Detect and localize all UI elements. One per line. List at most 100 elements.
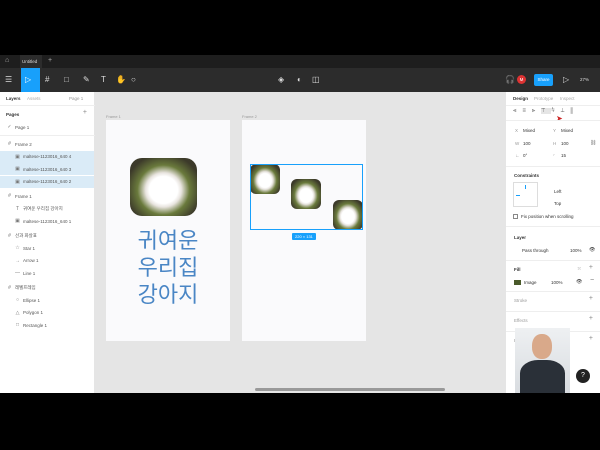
tab-prototype[interactable]: Prototype bbox=[534, 96, 553, 101]
headphones-icon[interactable]: 🎧 bbox=[505, 75, 515, 84]
pen-tool-icon[interactable]: ✎ bbox=[83, 75, 90, 84]
x-input[interactable]: Mixed bbox=[523, 128, 535, 133]
headline-text[interactable]: 귀여운 우리집 강아지 bbox=[106, 228, 230, 309]
y-input[interactable]: Mixed bbox=[561, 128, 573, 133]
distribute-icon[interactable]: ⫼ bbox=[571, 108, 580, 114]
radius-input[interactable]: 15 bbox=[561, 153, 566, 158]
present-icon[interactable]: ▷ bbox=[563, 75, 569, 84]
layer-item[interactable]: □ Rectangle 1 bbox=[0, 319, 94, 331]
rotation-input[interactable]: 0° bbox=[523, 153, 527, 158]
layer-item[interactable]: # 레벨프레임 bbox=[0, 282, 94, 294]
comment-tool-icon[interactable]: ○ bbox=[131, 75, 136, 84]
h-input[interactable]: 100 bbox=[561, 141, 569, 146]
layer-label: Rectangle 1 bbox=[23, 322, 48, 328]
image-fill-swatch[interactable] bbox=[514, 280, 521, 285]
layer-item[interactable]: # Frame 2 bbox=[0, 138, 94, 150]
avatar[interactable]: M bbox=[517, 75, 526, 84]
file-tab[interactable]: Untitled bbox=[20, 55, 42, 68]
effects-title: Effects bbox=[514, 318, 528, 323]
add-stroke-icon[interactable]: + bbox=[589, 295, 593, 302]
align-left-icon[interactable]: ⫷ bbox=[513, 108, 522, 114]
share-button[interactable]: Share bbox=[534, 74, 553, 86]
text-tool-icon[interactable]: T bbox=[101, 75, 106, 84]
frame-tool-icon[interactable]: # bbox=[45, 75, 49, 84]
frame-2[interactable]: 220 × 131 bbox=[242, 120, 366, 341]
w-input[interactable]: 100 bbox=[523, 141, 531, 146]
layer-item[interactable]: ☆ Star 1 bbox=[0, 242, 94, 254]
selection-box[interactable] bbox=[250, 164, 363, 230]
layer-item[interactable]: → Arrow 1 bbox=[0, 255, 94, 267]
layer-item[interactable]: ▣ maltese-1123016_640 1 bbox=[0, 215, 94, 227]
hand-tool-icon[interactable]: ✋ bbox=[116, 75, 126, 84]
layer-type-icon: △ bbox=[15, 309, 20, 316]
layer-label: maltese-1123016_640 4 bbox=[23, 154, 72, 159]
share-label: Share bbox=[537, 77, 550, 82]
horizontal-scrollbar[interactable] bbox=[255, 388, 445, 391]
layer-label: maltese-1123016_640 3 bbox=[23, 166, 72, 172]
page-item[interactable]: ✓ Page 1 bbox=[0, 121, 94, 133]
layer-item[interactable]: ○ Ellipse 1 bbox=[0, 294, 94, 306]
rotation-icon: ∟ bbox=[515, 153, 520, 158]
layer-item[interactable]: ▣ maltese-1123016_640 4 bbox=[0, 150, 94, 163]
layer-opacity[interactable]: 100% bbox=[570, 248, 582, 253]
new-tab-button[interactable]: + bbox=[48, 57, 52, 64]
fill-eye-icon[interactable]: 👁 bbox=[576, 279, 582, 285]
align-center-icon[interactable]: ≡ bbox=[522, 108, 532, 114]
layer-item[interactable]: # Frame 1 bbox=[0, 190, 94, 202]
add-export-icon[interactable]: + bbox=[589, 335, 593, 342]
add-effect-icon[interactable]: + bbox=[589, 315, 593, 322]
blend-mode-select[interactable]: Pass through bbox=[522, 248, 549, 253]
constraints-widget[interactable] bbox=[513, 182, 538, 207]
align-right-icon[interactable]: ⫸ bbox=[532, 108, 541, 114]
constraint-vertical-select[interactable]: Top bbox=[554, 201, 561, 206]
fill-opacity[interactable]: 100% bbox=[551, 280, 563, 285]
frame1-label[interactable]: Frame 1 bbox=[106, 114, 121, 119]
layer-item[interactable]: △ Polygon 1 bbox=[0, 307, 94, 319]
fill-type[interactable]: Image bbox=[524, 280, 537, 285]
remove-fill-icon[interactable]: − bbox=[590, 277, 594, 284]
component-icon[interactable]: ◈ bbox=[278, 75, 284, 84]
tab-inspect[interactable]: Inspect bbox=[560, 96, 575, 101]
main-menu-icon[interactable]: ☰ bbox=[5, 75, 12, 84]
tab-design[interactable]: Design bbox=[513, 96, 528, 101]
layer-item[interactable]: ▣ maltese-1123016_640 2 bbox=[0, 175, 94, 188]
shape-tool-icon[interactable]: □ bbox=[64, 75, 69, 84]
eye-icon[interactable]: 👁 bbox=[589, 247, 595, 253]
layer-item[interactable]: # 선과 화살표 bbox=[0, 230, 94, 242]
w-label: W bbox=[515, 141, 520, 146]
layer-item[interactable]: ▣ maltese-1123016_640 3 bbox=[0, 163, 94, 175]
constrain-proportions-icon[interactable]: ⛓ bbox=[590, 140, 596, 146]
align-top-icon[interactable]: ⊤ bbox=[541, 108, 552, 114]
canvas[interactable]: Frame 1 귀여운 우리집 강아지 Frame 2 220 × 131 bbox=[95, 92, 505, 393]
layer-label: maltese-1123016_640 1 bbox=[23, 218, 72, 224]
toolbar: ☰ ▷ # □ ✎ T ✋ ○ ◈ ◐ ◫ 🎧 M Share ▷ 27% bbox=[0, 68, 600, 92]
tab-bar: ⌂ Untitled + bbox=[0, 55, 600, 68]
tab-assets[interactable]: Assets bbox=[27, 96, 41, 101]
check-icon: ✓ bbox=[7, 124, 12, 130]
layer-type-icon: ☆ bbox=[15, 245, 20, 251]
tab-layers[interactable]: Layers bbox=[6, 96, 21, 101]
layer-item[interactable]: — Line 1 bbox=[0, 267, 94, 279]
cursor-icon: ➤ bbox=[556, 114, 563, 123]
home-icon[interactable]: ⌂ bbox=[5, 57, 9, 64]
add-page-icon[interactable]: + bbox=[83, 109, 87, 116]
frame2-label[interactable]: Frame 2 bbox=[242, 114, 257, 119]
dog-image[interactable] bbox=[130, 158, 197, 216]
y-label: Y bbox=[553, 128, 557, 133]
add-fill-icon[interactable]: + bbox=[589, 264, 593, 271]
mask-icon[interactable]: ◐ bbox=[297, 75, 302, 84]
frame-1[interactable]: 귀여운 우리집 강아지 bbox=[106, 120, 230, 341]
radius-icon: ◜ bbox=[553, 153, 555, 158]
layer-item[interactable]: T 귀여운 우리집 강아지 bbox=[0, 203, 94, 215]
layer-label: Polygon 1 bbox=[23, 310, 44, 315]
help-button[interactable]: ? bbox=[576, 369, 590, 383]
page-select[interactable]: Page 1 bbox=[69, 96, 83, 101]
zoom-level[interactable]: 27% bbox=[580, 77, 589, 82]
fix-position-checkbox[interactable] bbox=[513, 214, 518, 219]
fix-position-label: Fix position when scrolling bbox=[521, 214, 574, 219]
fill-styles-icon[interactable]: ⁙ bbox=[577, 266, 581, 272]
constraint-horizontal-select[interactable]: Left bbox=[554, 189, 562, 194]
move-tool[interactable]: ▷ bbox=[21, 68, 40, 92]
boolean-icon[interactable]: ◫ bbox=[312, 75, 320, 84]
selection-size: 220 × 131 bbox=[295, 234, 313, 239]
